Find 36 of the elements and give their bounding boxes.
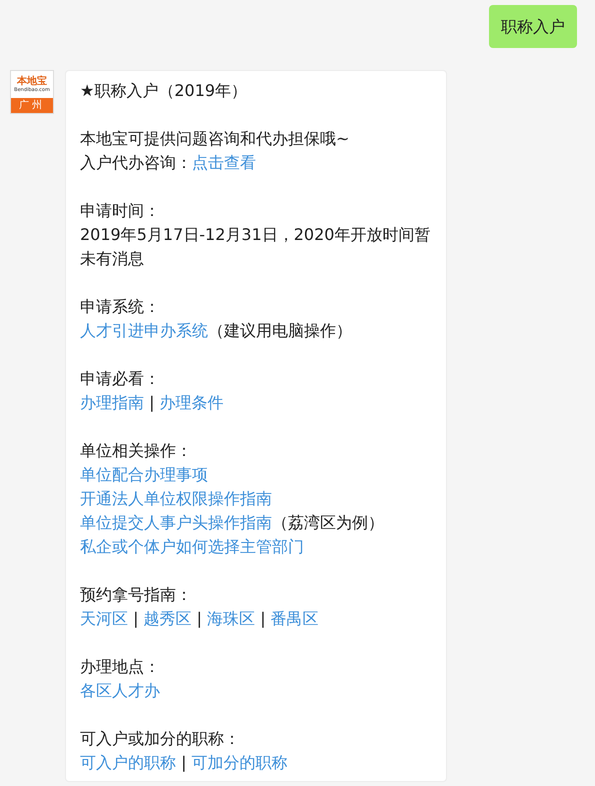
message-link[interactable]: 单位配合办理事项 — [80, 465, 208, 484]
message-text: （荔湾区为例） — [272, 513, 384, 532]
message-text: | — [148, 393, 156, 412]
message-link[interactable]: 点击查看 — [192, 153, 256, 172]
message-text: 本地宝可提供问题咨询和代办担保哦~ — [80, 129, 350, 148]
message-link[interactable]: 办理指南 — [80, 393, 144, 412]
message-text: | — [132, 609, 140, 628]
message-text: 职称入户 — [501, 17, 565, 36]
message-link[interactable]: 私企或个体户如何选择主管部门 — [80, 537, 304, 556]
message-link[interactable]: 天河区 — [80, 609, 128, 628]
city-label: 广州 — [19, 100, 45, 112]
message-link[interactable]: 海珠区 — [207, 609, 256, 628]
message-link[interactable]: 办理条件 — [160, 393, 224, 412]
message-text: 申请必看： — [80, 369, 160, 388]
message-text: 2019年5月17日-12月31日，2020年开放时间暂未有消息 — [80, 225, 430, 268]
message-link[interactable]: 番禺区 — [270, 609, 319, 628]
message-link[interactable]: 可入户的职称 — [80, 753, 176, 772]
message-link[interactable]: 越秀区 — [144, 609, 192, 628]
message-text: 办理地点： — [80, 657, 160, 676]
message-text: 入户代办咨询： — [80, 153, 192, 172]
message-text: 可入户或加分的职称： — [80, 729, 240, 748]
message-text: （建议用电脑操作） — [208, 321, 352, 340]
message-text: | — [196, 609, 204, 628]
message-link[interactable]: 单位提交人事户头操作指南 — [80, 513, 272, 532]
message-text: | — [259, 609, 267, 628]
message-text: | — [180, 753, 188, 772]
message-link[interactable]: 可加分的职称 — [192, 753, 288, 772]
message-text: 单位相关操作： — [80, 441, 192, 460]
message-text: 预约拿号指南： — [80, 585, 192, 604]
message-text: 申请时间： — [80, 201, 160, 220]
logo-text: 本地宝 — [17, 76, 47, 87]
message-text: ★职称入户（2019年） — [80, 81, 248, 100]
message-link[interactable]: 开通法人单位权限操作指南 — [80, 489, 272, 508]
message-text: 申请系统： — [80, 297, 160, 316]
message-link[interactable]: 人才引进申办系统 — [80, 321, 208, 340]
message-link[interactable]: 各区人才办 — [80, 681, 160, 700]
